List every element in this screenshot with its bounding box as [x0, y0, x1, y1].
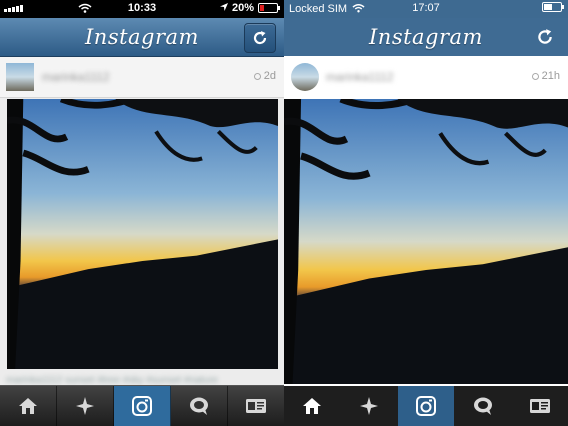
home-icon	[19, 398, 37, 414]
status-bar: Locked SIM 17:07	[284, 0, 568, 18]
battery-percent: 20%	[231, 2, 254, 14]
left-phone-screen: 10:33 20% Instagram marinka1112 2d marin…	[0, 0, 284, 426]
camera-icon	[132, 396, 152, 416]
tab-home[interactable]	[0, 386, 57, 426]
clock-icon	[531, 72, 539, 80]
refresh-icon	[538, 29, 552, 44]
speech-bubble-icon	[473, 397, 492, 415]
post-photo[interactable]	[7, 99, 278, 369]
tab-news[interactable]	[171, 386, 228, 426]
home-icon	[303, 398, 322, 414]
battery-icon	[258, 3, 280, 13]
post-age: 21h	[531, 70, 560, 82]
tab-profile[interactable]	[228, 386, 284, 426]
refresh-button[interactable]	[244, 23, 276, 53]
post-age-text: 21h	[541, 70, 560, 82]
post-header: marinka1112 2d	[0, 57, 284, 98]
tab-camera[interactable]	[114, 386, 171, 426]
post-age: 2d	[253, 70, 276, 82]
navigation-bar: Instagram	[284, 18, 568, 56]
app-title: Instagram	[85, 25, 199, 49]
camera-icon	[415, 396, 436, 416]
post-age-text: 2d	[263, 70, 276, 82]
navigation-bar: Instagram	[0, 18, 284, 57]
avatar[interactable]	[291, 63, 319, 91]
app-title: Instagram	[369, 25, 483, 49]
post-header: marinka1112 21h	[284, 57, 568, 97]
status-bar: 10:33 20%	[0, 0, 284, 18]
location-arrow-icon	[219, 2, 228, 14]
profile-card-icon	[529, 399, 550, 413]
tab-bar	[0, 385, 284, 426]
refresh-button[interactable]	[530, 23, 560, 51]
explore-icon	[360, 397, 379, 415]
explore-icon	[76, 397, 94, 415]
refresh-icon	[253, 31, 267, 45]
tab-camera[interactable]	[397, 386, 455, 426]
post-username[interactable]: marinka1112	[326, 70, 394, 84]
tab-bar	[284, 386, 568, 426]
tab-news[interactable]	[454, 386, 511, 426]
speech-bubble-icon	[190, 397, 208, 415]
tab-explore[interactable]	[57, 386, 114, 426]
status-time: 17:07	[412, 2, 440, 14]
screenshot-comparison: 10:33 20% Instagram marinka1112 2d marin…	[0, 0, 568, 426]
tab-explore[interactable]	[341, 386, 398, 426]
clock-icon	[253, 72, 261, 80]
post-photo[interactable]	[284, 99, 568, 384]
profile-card-icon	[246, 399, 266, 413]
tab-profile[interactable]	[511, 386, 568, 426]
right-phone-screen: Locked SIM 17:07 Instagram marinka1112 2…	[284, 0, 568, 426]
avatar[interactable]	[6, 63, 34, 91]
tab-home[interactable]	[284, 386, 341, 426]
battery-icon	[542, 2, 564, 12]
post-username[interactable]: marinka1112	[42, 70, 110, 84]
